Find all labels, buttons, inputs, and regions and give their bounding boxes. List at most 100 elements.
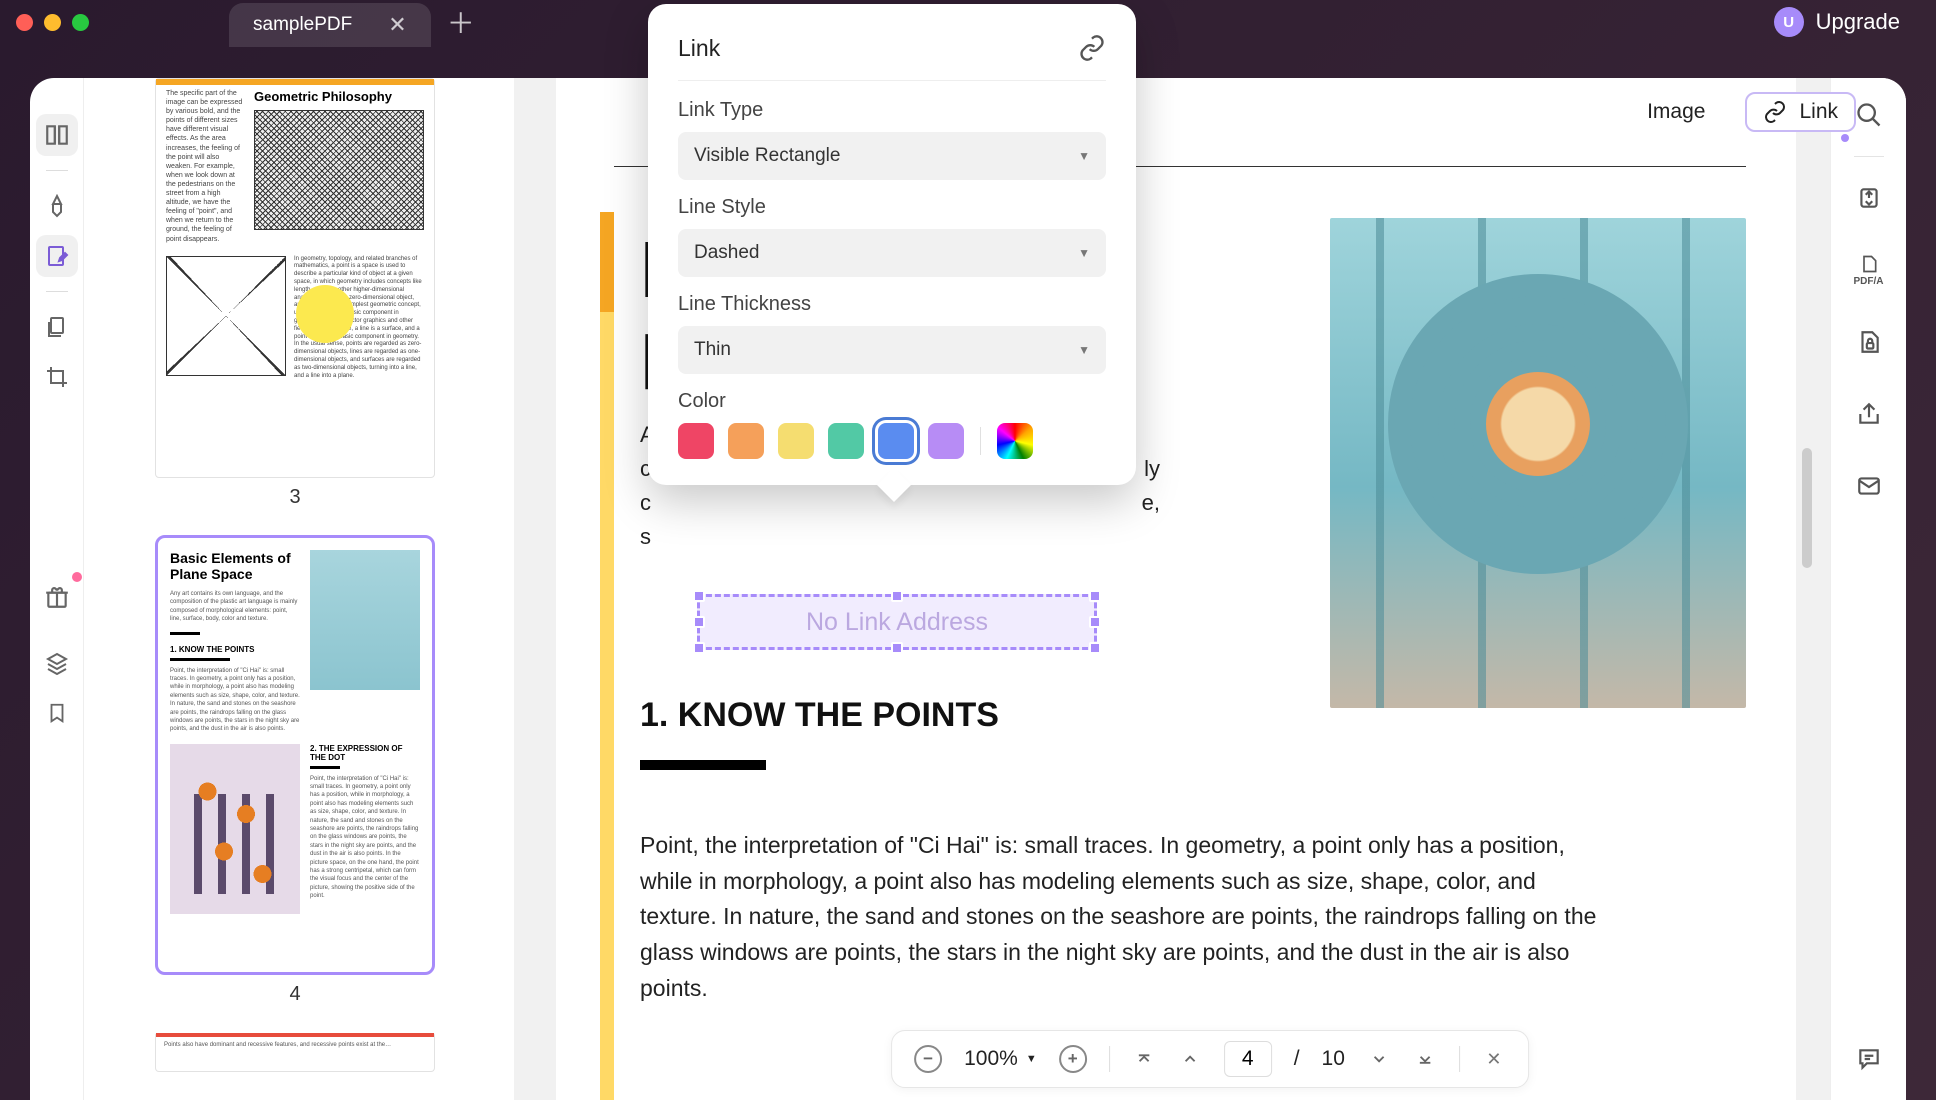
line-thickness-select[interactable]: Thin ▼: [678, 326, 1106, 374]
bookmark-button[interactable]: [36, 692, 78, 734]
right-toolbar: PDF/A: [1830, 78, 1906, 1100]
thumb4-label: 4: [124, 983, 466, 1006]
color-swatch-orange[interactable]: [728, 423, 764, 459]
rotate-button[interactable]: [1850, 179, 1888, 217]
popover-title: Link: [678, 35, 720, 62]
share-button[interactable]: [1850, 395, 1888, 433]
resize-handle-ne[interactable]: [1089, 590, 1101, 602]
comment-icon: [1856, 1046, 1882, 1072]
thumb4-sub2: 2. THE EXPRESSION OF THE DOT: [310, 744, 420, 762]
edit-tool-button[interactable]: [36, 235, 78, 277]
new-tab-button[interactable]: ＋: [447, 2, 475, 42]
link-annotation[interactable]: No Link Address: [697, 594, 1097, 650]
link-annotation-placeholder: No Link Address: [806, 608, 988, 637]
upgrade-button[interactable]: Upgrade: [1816, 9, 1900, 35]
pages-icon: [45, 315, 69, 339]
color-label: Color: [678, 390, 1106, 413]
share-icon: [1856, 401, 1882, 427]
current-page-input[interactable]: [1224, 1041, 1272, 1077]
bookmark-icon: [46, 700, 68, 726]
layers-button[interactable]: [36, 642, 78, 684]
window-close-button[interactable]: [16, 14, 33, 31]
thumbnails-toggle-button[interactable]: [36, 114, 78, 156]
pdfa-label: PDF/A: [1854, 276, 1884, 287]
link-type-label: Link Type: [678, 99, 1106, 122]
avatar[interactable]: U: [1774, 7, 1804, 37]
tab-title: samplePDF: [253, 14, 352, 36]
link-type-value: Visible Rectangle: [694, 145, 840, 167]
mail-icon: [1856, 473, 1882, 499]
chevron-down-icon: ▼: [1078, 343, 1090, 357]
crop-tool-button[interactable]: [36, 356, 78, 398]
resize-handle-e[interactable]: [1089, 616, 1101, 628]
link-tool-button[interactable]: Link: [1745, 92, 1856, 132]
chevron-bottom-icon: [1416, 1050, 1434, 1068]
close-zoombar-button[interactable]: ✕: [1482, 1047, 1506, 1071]
thumb4-sub1: 1. KNOW THE POINTS: [170, 645, 300, 654]
color-swatch-purple[interactable]: [928, 423, 964, 459]
page-separator: /: [1294, 1047, 1300, 1071]
heading-underline: [640, 760, 766, 770]
link-properties-popover: Link Link Type Visible Rectangle ▼ Line …: [648, 4, 1136, 485]
thumb4-title: Basic Elements of Plane Space: [170, 550, 300, 582]
resize-handle-nw[interactable]: [693, 590, 705, 602]
color-swatch-red[interactable]: [678, 423, 714, 459]
tab-close-button[interactable]: ✕: [388, 12, 406, 38]
edit-page-icon: [45, 244, 69, 268]
color-swatch-green[interactable]: [828, 423, 864, 459]
zoom-out-button[interactable]: −: [914, 1045, 942, 1073]
window-minimize-button[interactable]: [44, 14, 61, 31]
line-thickness-value: Thin: [694, 339, 731, 361]
highlighter-icon: [45, 194, 69, 218]
search-icon: [1855, 101, 1883, 129]
resize-handle-w[interactable]: [693, 616, 705, 628]
chevron-down-icon: ▼: [1026, 1053, 1037, 1065]
link-tool-label: Link: [1799, 100, 1838, 124]
page-body-paragraph: Point, the interpretation of "Ci Hai" is…: [640, 828, 1616, 1006]
color-swatch-blue[interactable]: [878, 423, 914, 459]
zoom-toolbar: − 100% ▼ + / 10 ✕: [891, 1030, 1529, 1088]
layers-icon: [45, 651, 69, 675]
chevron-down-icon: [1370, 1050, 1388, 1068]
email-button[interactable]: [1850, 467, 1888, 505]
rotate-icon: [1856, 185, 1882, 211]
color-swatch-yellow[interactable]: [778, 423, 814, 459]
resize-handle-n[interactable]: [891, 590, 903, 602]
color-swatches: [678, 423, 1106, 459]
zoom-level-value: 100%: [964, 1047, 1018, 1071]
line-style-label: Line Style: [678, 196, 1106, 219]
link-type-select[interactable]: Visible Rectangle ▼: [678, 132, 1106, 180]
left-toolbar: [30, 78, 84, 1100]
chevron-top-icon: [1135, 1050, 1153, 1068]
thumbnail-page-3[interactable]: The specific part of the image can be ex…: [155, 78, 435, 478]
thumbnail-page-4[interactable]: Basic Elements of Plane Space Any art co…: [155, 535, 435, 975]
resize-handle-sw[interactable]: [693, 642, 705, 654]
gift-button[interactable]: [36, 576, 78, 618]
pdfa-icon: [1857, 254, 1881, 274]
lock-file-icon: [1856, 329, 1882, 355]
page-manager-button[interactable]: [36, 306, 78, 348]
tab-samplepdf[interactable]: samplePDF ✕: [229, 3, 431, 47]
protect-button[interactable]: [1850, 323, 1888, 361]
resize-handle-se[interactable]: [1089, 642, 1101, 654]
resize-handle-s[interactable]: [891, 642, 903, 654]
first-page-button[interactable]: [1132, 1047, 1156, 1071]
comment-button[interactable]: [1850, 1040, 1888, 1078]
thumb3-title: Geometric Philosophy: [254, 89, 424, 104]
next-page-button[interactable]: [1367, 1047, 1391, 1071]
page-image: [1330, 218, 1746, 708]
last-page-button[interactable]: [1413, 1047, 1437, 1071]
image-tool-button[interactable]: Image: [1647, 100, 1705, 124]
pdfa-button[interactable]: PDF/A: [1850, 251, 1888, 289]
zoom-in-button[interactable]: +: [1059, 1045, 1087, 1073]
line-style-select[interactable]: Dashed ▼: [678, 229, 1106, 277]
highlighter-tool-button[interactable]: [36, 185, 78, 227]
chevron-down-icon: ▼: [1078, 246, 1090, 260]
window-maximize-button[interactable]: [72, 14, 89, 31]
page-scrollbar[interactable]: [1802, 448, 1812, 568]
thumbnail-page-5[interactable]: Points also have dominant and recessive …: [155, 1032, 435, 1072]
prev-page-button[interactable]: [1178, 1047, 1202, 1071]
color-swatch-custom[interactable]: [997, 423, 1033, 459]
chevron-up-icon: [1181, 1050, 1199, 1068]
zoom-level-dropdown[interactable]: 100% ▼: [964, 1047, 1037, 1071]
